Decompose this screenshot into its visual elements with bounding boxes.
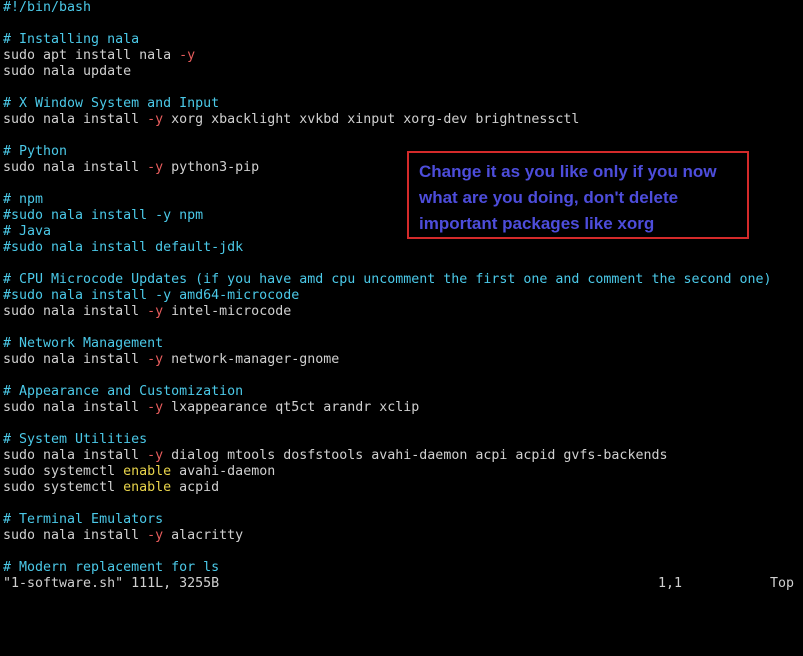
flag-token: -y xyxy=(147,160,164,175)
comment-token: #!/bin/bash xyxy=(3,0,92,15)
code-token: sudo nala install xyxy=(3,448,148,463)
code-line[interactable]: sudo nala install -y alacritty xyxy=(3,528,243,544)
code-token: lxappearance qt5ct arandr xclip xyxy=(163,400,420,415)
terminal-vim-editor[interactable]: #!/bin/bash # Installing nala sudo apt ins… xyxy=(0,0,803,602)
code-token: alacritty xyxy=(163,528,244,543)
comment-token: # Network Management xyxy=(3,336,164,351)
keyword-token: enable xyxy=(123,464,172,479)
code-line[interactable]: # Network Management xyxy=(3,336,163,352)
comment-token: #sudo nala install -y npm xyxy=(3,208,204,223)
code-line[interactable]: # Installing nala xyxy=(3,32,139,48)
annotation-callout-text: Change it as you like only if you now wh… xyxy=(419,162,717,233)
status-cursor-position: 1,1 xyxy=(658,576,683,591)
code-line[interactable]: sudo systemctl enable avahi-daemon xyxy=(3,464,275,480)
code-token: sudo nala install xyxy=(3,352,148,367)
comment-token: # npm xyxy=(3,192,44,207)
code-token: sudo systemctl xyxy=(3,480,124,495)
code-token: sudo nala install xyxy=(3,400,148,415)
code-token: avahi-daemon xyxy=(171,464,276,479)
code-line[interactable]: sudo systemctl enable acpid xyxy=(3,480,219,496)
code-line[interactable]: # CPU Microcode Updates (if you have amd… xyxy=(3,272,772,288)
comment-token: # Terminal Emulators xyxy=(3,512,164,527)
code-token: sudo nala install xyxy=(3,528,148,543)
code-line[interactable]: sudo nala install -y network-manager-gno… xyxy=(3,352,339,368)
keyword-token: enable xyxy=(123,480,172,495)
flag-token: -y xyxy=(147,304,164,319)
code-line[interactable]: #sudo nala install -y npm xyxy=(3,208,203,224)
code-line[interactable]: # npm xyxy=(3,192,43,208)
flag-token: -y xyxy=(147,352,164,367)
comment-token: # Java xyxy=(3,224,52,239)
code-line[interactable]: # Java xyxy=(3,224,51,240)
comment-token: # Installing nala xyxy=(3,32,140,47)
code-line[interactable]: sudo nala update xyxy=(3,64,131,80)
flag-token: -y xyxy=(147,528,164,543)
flag-token: -y xyxy=(179,48,196,63)
code-line[interactable]: # Python xyxy=(3,144,67,160)
code-line[interactable]: sudo apt install nala -y xyxy=(3,48,195,64)
comment-token: # X Window System and Input xyxy=(3,96,220,111)
code-line[interactable]: #!/bin/bash xyxy=(3,0,91,16)
code-line[interactable]: #sudo nala install default-jdk xyxy=(3,240,243,256)
code-token: sudo apt install nala xyxy=(3,48,180,63)
status-scroll-position: Top xyxy=(770,576,795,591)
code-token: python3-pip xyxy=(163,160,260,175)
annotation-callout: Change it as you like only if you now wh… xyxy=(407,151,749,239)
code-token: network-manager-gnome xyxy=(163,352,340,367)
code-line[interactable]: sudo nala install -y dialog mtools dosfs… xyxy=(3,448,667,464)
vim-status-line: "1-software.sh" 111L, 3255B 1,1 Top xyxy=(0,576,803,592)
comment-token: # System Utilities xyxy=(3,432,148,447)
comment-token: #sudo nala install default-jdk xyxy=(3,240,244,255)
code-line[interactable]: # System Utilities xyxy=(3,432,147,448)
code-line[interactable]: # X Window System and Input xyxy=(3,96,219,112)
comment-token: # Python xyxy=(3,144,68,159)
flag-token: -y xyxy=(147,448,164,463)
flag-token: -y xyxy=(147,400,164,415)
code-token: acpid xyxy=(171,480,220,495)
comment-token: # Modern replacement for ls xyxy=(3,560,220,575)
code-line[interactable]: sudo nala install -y xorg xbacklight xvk… xyxy=(3,112,579,128)
code-token: dialog mtools dosfstools avahi-daemon ac… xyxy=(163,448,668,463)
code-line[interactable]: sudo nala install -y intel-microcode xyxy=(3,304,291,320)
code-token: intel-microcode xyxy=(163,304,292,319)
status-file-info: "1-software.sh" 111L, 3255B xyxy=(3,576,220,591)
flag-token: -y xyxy=(147,112,164,127)
comment-token: # CPU Microcode Updates (if you have amd… xyxy=(3,272,772,287)
code-line[interactable]: # Terminal Emulators xyxy=(3,512,163,528)
code-token: sudo systemctl xyxy=(3,464,124,479)
comment-token: #sudo nala install -y amd64-microcode xyxy=(3,288,300,303)
code-token: sudo nala install xyxy=(3,160,148,175)
code-line[interactable]: #sudo nala install -y amd64-microcode xyxy=(3,288,299,304)
code-line[interactable]: sudo nala install -y python3-pip xyxy=(3,160,259,176)
code-line[interactable]: # Appearance and Customization xyxy=(3,384,243,400)
code-token: sudo nala update xyxy=(3,64,132,79)
code-line[interactable]: sudo nala install -y lxappearance qt5ct … xyxy=(3,400,419,416)
code-token: xorg xbacklight xvkbd xinput xorg-dev br… xyxy=(163,112,580,127)
comment-token: # Appearance and Customization xyxy=(3,384,244,399)
code-line[interactable]: # Modern replacement for ls xyxy=(3,560,219,576)
code-token: sudo nala install xyxy=(3,112,148,127)
code-token: sudo nala install xyxy=(3,304,148,319)
